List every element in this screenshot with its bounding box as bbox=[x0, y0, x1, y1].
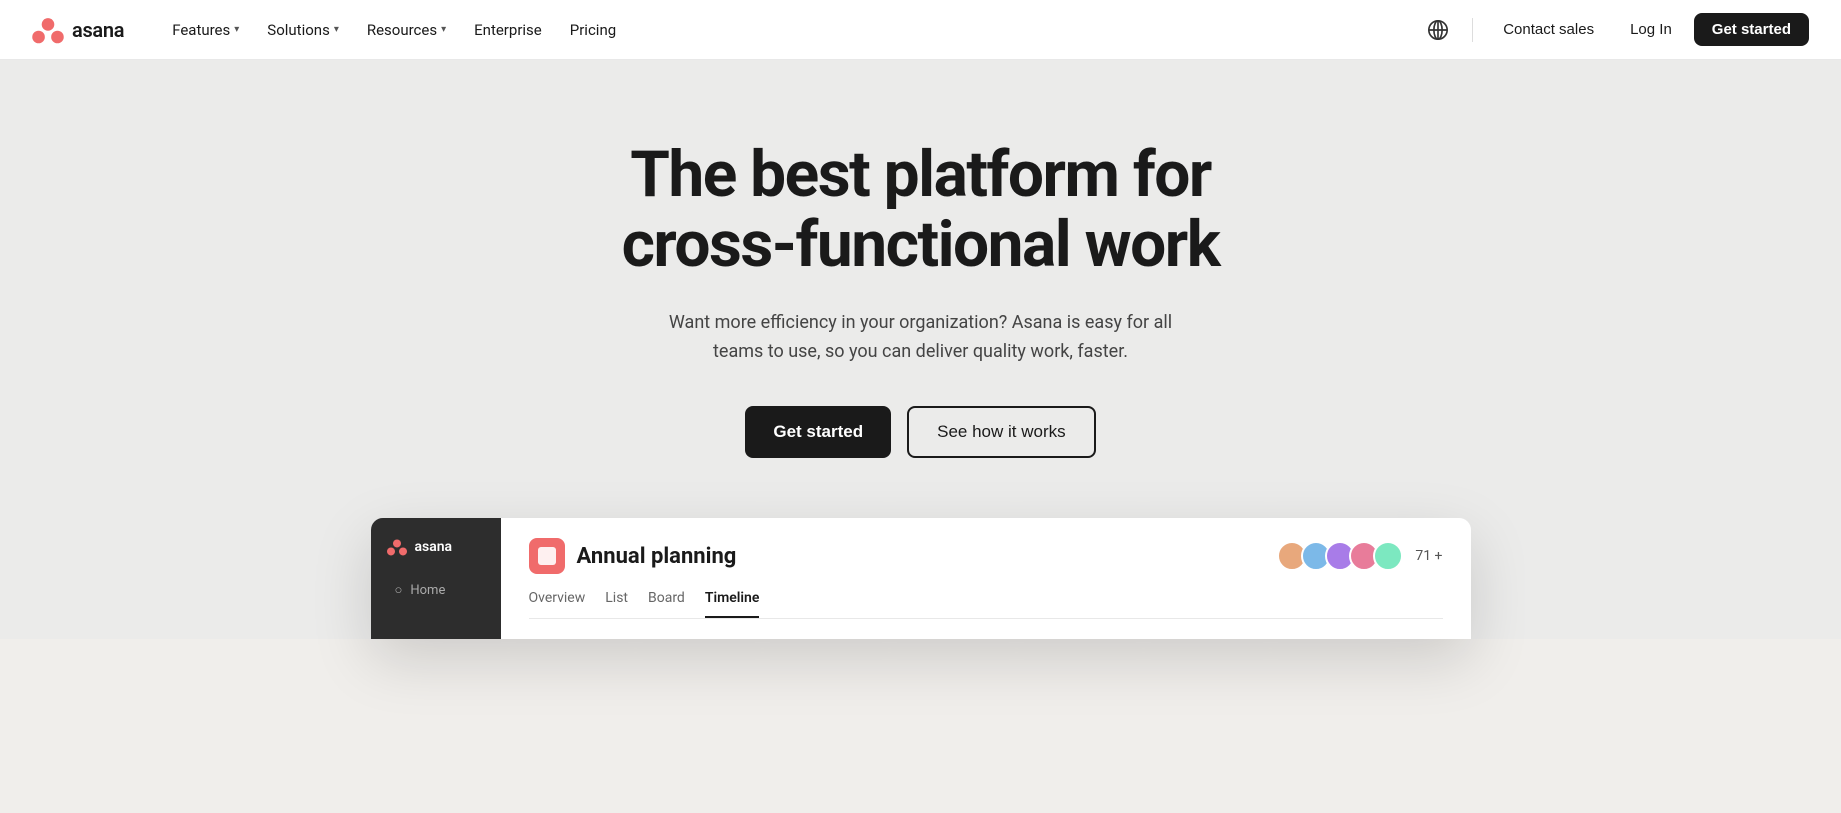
hero-section: The best platform for cross-functional w… bbox=[0, 60, 1841, 639]
sidebar-item-home[interactable]: ○ Home bbox=[387, 576, 485, 604]
contact-sales-button[interactable]: Contact sales bbox=[1489, 15, 1608, 44]
nav-solutions[interactable]: Solutions ▾ bbox=[255, 15, 351, 45]
member-count: 71 + bbox=[1415, 548, 1442, 564]
app-tabs: Overview List Board Timeline bbox=[529, 590, 1443, 619]
sidebar-asana-icon bbox=[387, 538, 407, 556]
sidebar-logo-text: asana bbox=[415, 539, 453, 555]
app-sidebar: asana ○ Home bbox=[371, 518, 501, 639]
navbar-divider bbox=[1472, 18, 1473, 42]
hero-see-how-button[interactable]: See how it works bbox=[907, 406, 1096, 458]
navbar: asana Features ▾ Solutions ▾ Resources ▾… bbox=[0, 0, 1841, 60]
nav-pricing[interactable]: Pricing bbox=[558, 15, 628, 45]
hero-title: The best platform for cross-functional w… bbox=[622, 140, 1220, 281]
nav-features[interactable]: Features ▾ bbox=[160, 15, 251, 45]
login-button[interactable]: Log In bbox=[1616, 15, 1686, 44]
app-project-icon bbox=[529, 538, 565, 574]
avatar-stack bbox=[1277, 541, 1403, 571]
brand-name: asana bbox=[72, 18, 124, 42]
asana-logo-icon bbox=[32, 16, 64, 44]
tab-overview[interactable]: Overview bbox=[529, 590, 586, 618]
app-preview: asana ○ Home Annual planning bbox=[371, 518, 1471, 639]
hero-subtitle: Want more efficiency in your organizatio… bbox=[651, 309, 1191, 367]
main-nav: Features ▾ Solutions ▾ Resources ▾ Enter… bbox=[160, 15, 1420, 45]
resources-chevron-icon: ▾ bbox=[441, 24, 446, 35]
home-icon: ○ bbox=[395, 582, 403, 598]
app-header: Annual planning 71 + bbox=[529, 538, 1443, 574]
solutions-chevron-icon: ▾ bbox=[334, 24, 339, 35]
globe-icon bbox=[1427, 19, 1449, 41]
language-selector-button[interactable] bbox=[1420, 12, 1456, 48]
features-chevron-icon: ▾ bbox=[234, 24, 239, 35]
tab-board[interactable]: Board bbox=[648, 590, 685, 618]
app-title-group: Annual planning bbox=[529, 538, 737, 574]
brand-logo[interactable]: asana bbox=[32, 16, 124, 44]
hero-get-started-button[interactable]: Get started bbox=[745, 406, 891, 458]
get-started-nav-button[interactable]: Get started bbox=[1694, 13, 1809, 46]
nav-resources[interactable]: Resources ▾ bbox=[355, 15, 458, 45]
avatar-5 bbox=[1373, 541, 1403, 571]
app-project-title: Annual planning bbox=[577, 544, 737, 569]
sidebar-logo: asana bbox=[387, 538, 485, 556]
app-main: Annual planning 71 + Overview bbox=[501, 518, 1471, 639]
app-members: 71 + bbox=[1277, 541, 1442, 571]
tab-timeline[interactable]: Timeline bbox=[705, 590, 760, 618]
tab-list[interactable]: List bbox=[605, 590, 628, 618]
navbar-right: Contact sales Log In Get started bbox=[1420, 12, 1809, 48]
nav-enterprise[interactable]: Enterprise bbox=[462, 15, 554, 45]
hero-buttons: Get started See how it works bbox=[745, 406, 1095, 458]
